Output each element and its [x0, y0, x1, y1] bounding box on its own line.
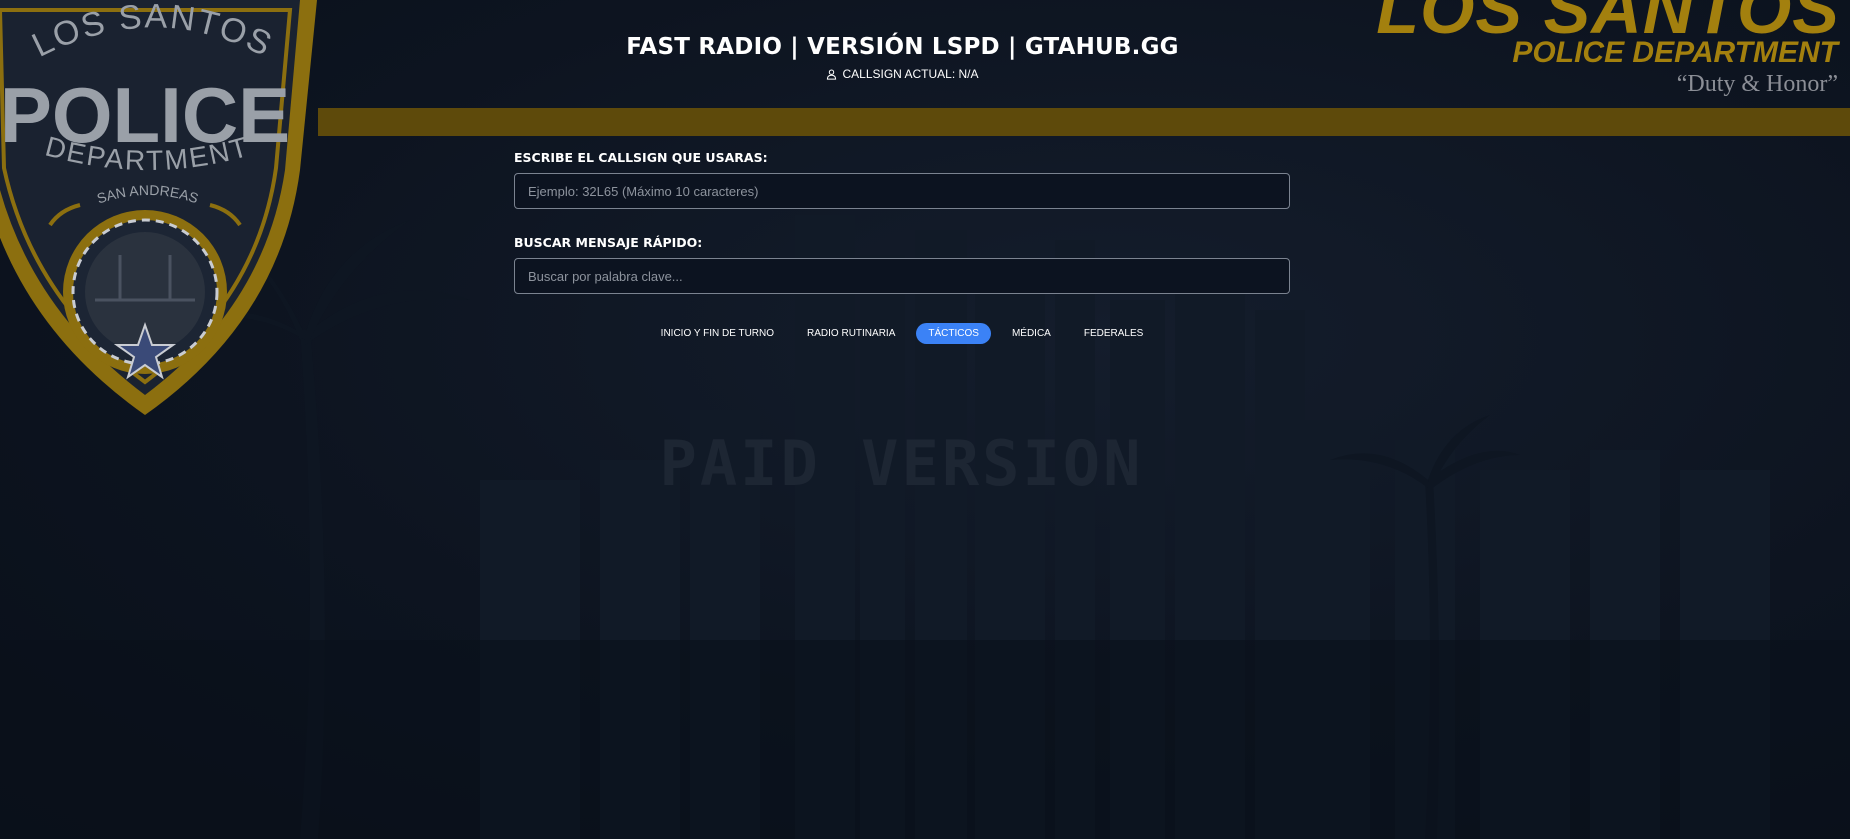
callsign-label: ESCRIBE EL CALLSIGN QUE USARAS: — [514, 150, 768, 165]
callsign-status: CALLSIGN ACTUAL: N/A — [600, 67, 1205, 81]
category-tabs: INICIO Y FIN DE TURNO RADIO RUTINARIA TÁ… — [514, 323, 1290, 344]
callsign-status-text: CALLSIGN ACTUAL: N/A — [842, 67, 979, 81]
lspd-badge-logo: LOS SANTOS POLICE DEPARTMENT SAN ANDREAS — [0, 0, 317, 415]
search-field-group: BUSCAR MENSAJE RÁPIDO: — [514, 235, 1290, 294]
app-title: FAST RADIO | VERSIÓN LSPD | GTAHUB.GG — [626, 34, 1179, 60]
brand-motto: “Duty & Honor” — [1676, 71, 1838, 97]
app-window: LOS SANTOS POLICE DEPARTMENT SAN ANDREAS… — [0, 0, 1850, 839]
banner-stripe — [318, 108, 1850, 136]
brand-logo-sub: POLICE DEPARTMENT — [1512, 36, 1838, 69]
tab-tacticos[interactable]: TÁCTICOS — [916, 323, 991, 344]
form-area: ESCRIBE EL CALLSIGN QUE USARAS: BUSCAR M… — [514, 150, 1290, 320]
tab-radio-rutinaria[interactable]: RADIO RUTINARIA — [795, 323, 907, 344]
tab-inicio-fin-turno[interactable]: INICIO Y FIN DE TURNO — [649, 323, 786, 344]
search-input[interactable] — [514, 258, 1290, 294]
tab-federales[interactable]: FEDERALES — [1072, 323, 1155, 344]
callsign-field-group: ESCRIBE EL CALLSIGN QUE USARAS: — [514, 150, 1290, 209]
tab-medica[interactable]: MÉDICA — [1000, 323, 1063, 344]
paid-version-watermark: PAID VERSION — [659, 427, 1144, 500]
search-label: BUSCAR MENSAJE RÁPIDO: — [514, 235, 703, 250]
user-icon — [827, 69, 837, 80]
callsign-input[interactable] — [514, 173, 1290, 209]
header: FAST RADIO | VERSIÓN LSPD | GTAHUB.GG CA… — [600, 34, 1205, 81]
